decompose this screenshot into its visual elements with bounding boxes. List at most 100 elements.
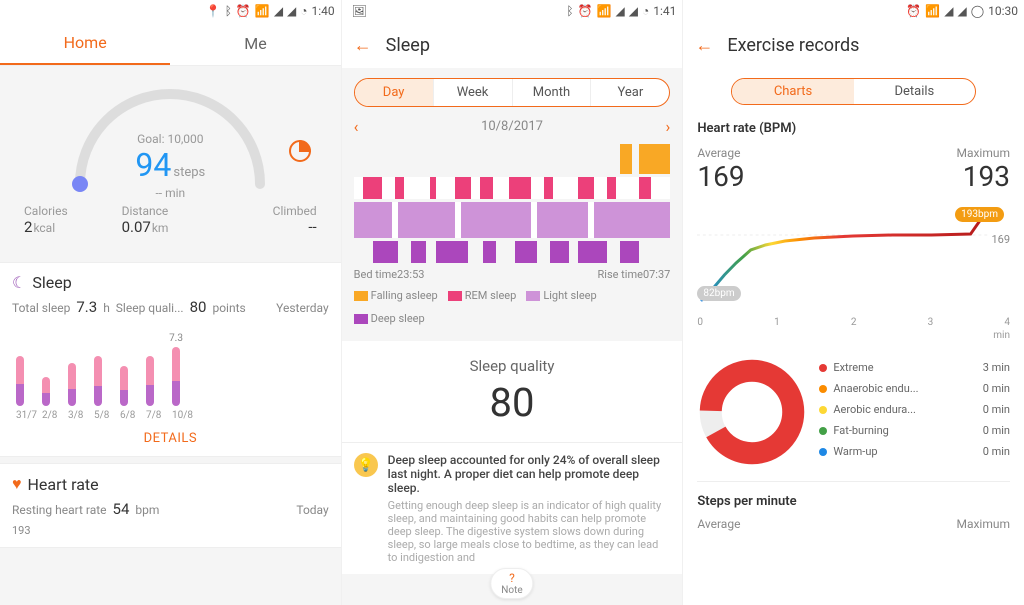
distance-unit: km	[152, 221, 169, 235]
hr-title: Heart rate	[28, 475, 99, 494]
sleep-quality-unit: points	[212, 301, 245, 315]
tab-charts[interactable]: Charts	[732, 79, 853, 104]
tab-me[interactable]: Me	[170, 22, 340, 65]
legend-falling: Falling asleep	[371, 289, 438, 302]
xtick: 2	[851, 317, 857, 328]
wifi-icon: 📶	[925, 4, 940, 18]
period-tabs: Day Week Month Year	[354, 78, 671, 107]
steps-gauge: Goal: 10,000 94steps -- min	[12, 80, 329, 200]
hr-max-value: 193	[12, 524, 329, 537]
sleep-card-header: ☾ Sleep	[12, 273, 329, 292]
sleep-title: Sleep	[32, 273, 71, 292]
bluetooth-icon: ᛒ	[225, 4, 232, 18]
status-clock: 1:40	[312, 4, 335, 18]
note-label: Note	[501, 585, 522, 596]
sleep-meta-right: Yesterday	[276, 301, 329, 315]
tab-month[interactable]: Month	[512, 79, 591, 106]
calories-label: Calories	[24, 204, 122, 218]
distance-value: 0.07	[122, 218, 151, 236]
back-arrow-icon[interactable]: ←	[695, 35, 713, 56]
zone-label: Warm-up	[833, 445, 976, 458]
hr-avg-label: Average	[697, 146, 744, 160]
hr-max-label: Maximum	[956, 146, 1010, 160]
calories-value: 2	[24, 218, 32, 236]
next-day-icon[interactable]: ›	[666, 117, 671, 136]
rise-label: Rise time	[597, 268, 642, 281]
tab-week[interactable]: Week	[433, 79, 512, 106]
heart-rate-card[interactable]: ♥ Heart rate Resting heart rate 54bpm To…	[0, 463, 341, 548]
back-arrow-icon[interactable]: ←	[354, 35, 372, 56]
legend-rem: REM sleep	[465, 289, 517, 302]
xtick: 4	[1004, 317, 1010, 328]
signal-icon: ◢	[944, 4, 953, 18]
tab-day[interactable]: Day	[355, 79, 433, 106]
bed-label: Bed time	[354, 268, 397, 281]
zone-dot-icon	[819, 406, 827, 414]
page-title: Sleep	[386, 35, 430, 56]
rise-value: 07:37	[643, 268, 670, 281]
zone-row: Extreme3 min	[819, 357, 1010, 378]
tab-year[interactable]: Year	[590, 79, 669, 106]
sleep-tip-card: 💡 Deep sleep accounted for only 24% of o…	[342, 442, 683, 574]
zone-dot-icon	[819, 364, 827, 372]
hr-resting-value: 54	[113, 500, 130, 518]
sleep-card[interactable]: ☾ Sleep Total sleep 7.3h Sleep quali... …	[0, 262, 341, 457]
hr-end-value: 169	[991, 233, 1010, 246]
heart-icon: ♥	[12, 474, 22, 494]
battery-icon: ◔	[300, 4, 307, 18]
screen-sleep-detail: 🖼 ᛒ ⏰ 📶 ◢ ◢ ◔ 1:41 ← Sleep Day Week Mont…	[342, 0, 683, 605]
zone-row: Aerobic endura...0 min	[819, 399, 1010, 420]
zone-dot-icon	[819, 427, 827, 435]
steps-card: Goal: 10,000 94steps -- min Calories 2kc…	[0, 66, 341, 256]
gauge-arc-icon	[60, 84, 280, 194]
day-label: 7/8	[146, 410, 154, 421]
x-unit: min	[993, 330, 1010, 341]
signal-icon-2: ◢	[629, 4, 638, 18]
page-title: Exercise records	[727, 35, 859, 56]
status-clock: 1:41	[653, 4, 676, 18]
hr-stats: Average 169 Maximum 193	[683, 142, 1024, 201]
signal-icon: ◢	[615, 4, 624, 18]
spm-section: Steps per minute Average Maximum	[683, 488, 1024, 533]
pie-chart-icon[interactable]	[289, 140, 311, 162]
tab-details[interactable]: Details	[854, 79, 975, 104]
tab-home[interactable]: Home	[0, 22, 170, 65]
signal-icon-2: ◢	[957, 4, 966, 18]
day-label: 3/8	[68, 410, 76, 421]
climbed-label: Climbed	[219, 204, 317, 218]
date-value: 10/8/2017	[358, 119, 665, 134]
sleep-quality-value: 80	[354, 379, 671, 426]
note-button[interactable]: ? Note	[490, 568, 533, 599]
divider	[697, 481, 1010, 482]
alarm-icon: ⏰	[906, 4, 921, 18]
metrics-row: Calories 2kcal Distance 0.07km Climbed -…	[12, 200, 329, 248]
sleep-details-button[interactable]: DETAILS	[12, 431, 329, 446]
screen-home: 📍 ᛒ ⏰ 📶 ◢ ◢ ◔ 1:40 Home Me Goal: 10,000 …	[0, 0, 341, 605]
metric-distance: Distance 0.07km	[122, 204, 220, 236]
hr-card-header: ♥ Heart rate	[12, 474, 329, 494]
spm-max-label: Maximum	[956, 517, 1010, 531]
hr-avg-value: 169	[697, 160, 744, 193]
zone-value: 0 min	[983, 382, 1010, 395]
sleep-chart-labels: 31/7 2/8 3/8 5/8 6/8 7/8 10/8	[12, 406, 329, 421]
status-clock: 10:30	[988, 4, 1018, 18]
hr-meta-right: Today	[296, 503, 328, 517]
bed-value: 23:53	[397, 268, 424, 281]
sleep-week-chart: 7.3	[12, 316, 329, 406]
battery-icon: ◯	[971, 4, 984, 18]
title-bar: ← Exercise records	[683, 22, 1024, 68]
hr-line-chart: 193bpm 169 82bpm	[697, 205, 1010, 315]
sleep-quality-section: Sleep quality 80	[342, 341, 683, 442]
sleep-quality-value: 80	[190, 298, 207, 316]
hr-zone-list: Extreme3 minAnaerobic endu...0 minAerobi…	[819, 357, 1010, 467]
location-icon: 📍	[206, 4, 221, 18]
alarm-icon: ⏰	[578, 4, 593, 18]
hr-x-unit-row: min	[683, 330, 1024, 341]
distance-label: Distance	[122, 204, 220, 218]
gallery-icon: 🖼	[352, 4, 367, 18]
hr-zone-ring	[697, 357, 807, 467]
moon-icon: ☾	[12, 273, 26, 292]
zone-dot-icon	[819, 448, 827, 456]
tip-detail: Getting enough deep sleep is an indicato…	[388, 499, 671, 564]
metric-climbed: Climbed --	[219, 204, 317, 236]
